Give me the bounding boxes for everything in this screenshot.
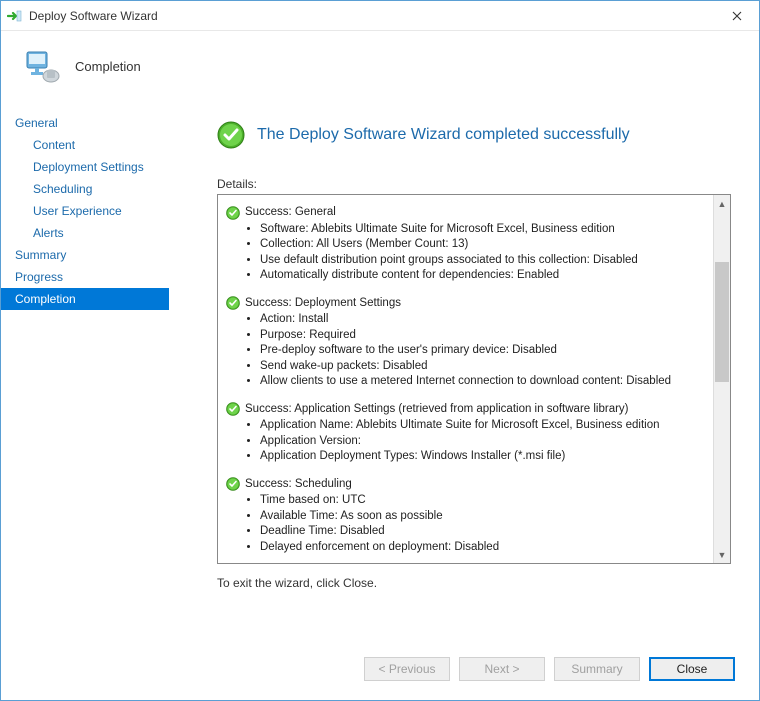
- details-box: Success: GeneralSoftware: Ablebits Ultim…: [217, 194, 731, 564]
- success-header: The Deploy Software Wizard completed suc…: [217, 121, 731, 149]
- wizard-main: The Deploy Software Wizard completed suc…: [169, 101, 759, 637]
- details-section-title: Success: General: [226, 205, 705, 221]
- details-scrollbar[interactable]: ▲ ▼: [713, 195, 730, 563]
- summary-button: Summary: [554, 657, 640, 681]
- sidebar-item-deployment-settings[interactable]: Deployment Settings: [1, 156, 169, 178]
- details-section-title-text: Success: Application Settings (retrieved…: [245, 402, 629, 418]
- titlebar: Deploy Software Wizard: [1, 1, 759, 31]
- details-section-list: Action: InstallPurpose: RequiredPre-depl…: [260, 312, 705, 390]
- scroll-track[interactable]: [714, 212, 730, 546]
- details-section-title-text: Success: Deployment Settings: [245, 296, 401, 312]
- success-check-icon: [217, 121, 245, 149]
- scroll-down-icon[interactable]: ▼: [714, 546, 730, 563]
- details-section-list: Time based on: UTCAvailable Time: As soo…: [260, 493, 705, 555]
- sidebar-item-summary[interactable]: Summary: [1, 244, 169, 266]
- app-icon: [7, 8, 23, 24]
- details-section: Success: Deployment SettingsAction: Inst…: [226, 296, 705, 390]
- details-section-title-text: Success: Scheduling: [245, 477, 352, 493]
- sidebar-item-completion[interactable]: Completion: [1, 288, 169, 310]
- sidebar-item-progress[interactable]: Progress: [1, 266, 169, 288]
- sidebar-item-content[interactable]: Content: [1, 134, 169, 156]
- window-title: Deploy Software Wizard: [29, 9, 714, 23]
- close-window-button[interactable]: [714, 1, 759, 31]
- success-check-small-icon: [226, 477, 240, 491]
- wizard-footer: < Previous Next > Summary Close: [1, 637, 759, 699]
- details-line: Use default distribution point groups as…: [260, 253, 705, 269]
- wizard-sidebar: GeneralContentDeployment SettingsSchedul…: [1, 101, 169, 637]
- details-line: Allow clients to use a metered Internet …: [260, 374, 705, 390]
- details-line: Application Version:: [260, 434, 705, 450]
- details-line: Delayed enforcement on deployment: Disab…: [260, 540, 705, 556]
- success-check-small-icon: [226, 206, 240, 220]
- deploy-wizard-icon: [21, 46, 61, 86]
- details-section-list: Application Name: Ablebits Ultimate Suit…: [260, 418, 705, 465]
- details-section: Success: Application Settings (retrieved…: [226, 402, 705, 465]
- close-icon: [732, 11, 742, 21]
- details-line: Purpose: Required: [260, 328, 705, 344]
- details-section-list: Software: Ablebits Ultimate Suite for Mi…: [260, 222, 705, 284]
- details-label: Details:: [217, 177, 731, 191]
- sidebar-item-scheduling[interactable]: Scheduling: [1, 178, 169, 200]
- details-section: Success: SchedulingTime based on: UTCAva…: [226, 477, 705, 556]
- success-check-small-icon: [226, 402, 240, 416]
- page-heading: Completion: [75, 59, 141, 74]
- details-section-title: Success: Scheduling: [226, 477, 705, 493]
- details-line: Pre-deploy software to the user's primar…: [260, 343, 705, 359]
- wizard-header: Completion: [1, 31, 759, 101]
- sidebar-item-user-experience[interactable]: User Experience: [1, 200, 169, 222]
- success-check-small-icon: [226, 296, 240, 310]
- details-line: Automatically distribute content for dep…: [260, 268, 705, 284]
- details-line: Application Name: Ablebits Ultimate Suit…: [260, 418, 705, 434]
- details-section: Success: GeneralSoftware: Ablebits Ultim…: [226, 205, 705, 284]
- sidebar-item-general[interactable]: General: [1, 112, 169, 134]
- scroll-up-icon[interactable]: ▲: [714, 195, 730, 212]
- details-line: Available Time: As soon as possible: [260, 509, 705, 525]
- exit-note: To exit the wizard, click Close.: [217, 576, 731, 590]
- details-line: Deadline Time: Disabled: [260, 524, 705, 540]
- details-line: Collection: All Users (Member Count: 13): [260, 237, 705, 253]
- details-content: Success: GeneralSoftware: Ablebits Ultim…: [218, 195, 713, 563]
- details-section-title-text: Success: General: [245, 205, 336, 221]
- next-button: Next >: [459, 657, 545, 681]
- close-button[interactable]: Close: [649, 657, 735, 681]
- details-line: Action: Install: [260, 312, 705, 328]
- details-line: Time based on: UTC: [260, 493, 705, 509]
- sidebar-item-alerts[interactable]: Alerts: [1, 222, 169, 244]
- details-line: Application Deployment Types: Windows In…: [260, 449, 705, 465]
- success-message: The Deploy Software Wizard completed suc…: [257, 126, 630, 144]
- details-line: Software: Ablebits Ultimate Suite for Mi…: [260, 222, 705, 238]
- scroll-thumb[interactable]: [715, 262, 729, 382]
- previous-button: < Previous: [364, 657, 450, 681]
- content-area: GeneralContentDeployment SettingsSchedul…: [1, 101, 759, 637]
- details-section-title: Success: Application Settings (retrieved…: [226, 402, 705, 418]
- details-section-title: Success: Deployment Settings: [226, 296, 705, 312]
- details-line: Send wake-up packets: Disabled: [260, 359, 705, 375]
